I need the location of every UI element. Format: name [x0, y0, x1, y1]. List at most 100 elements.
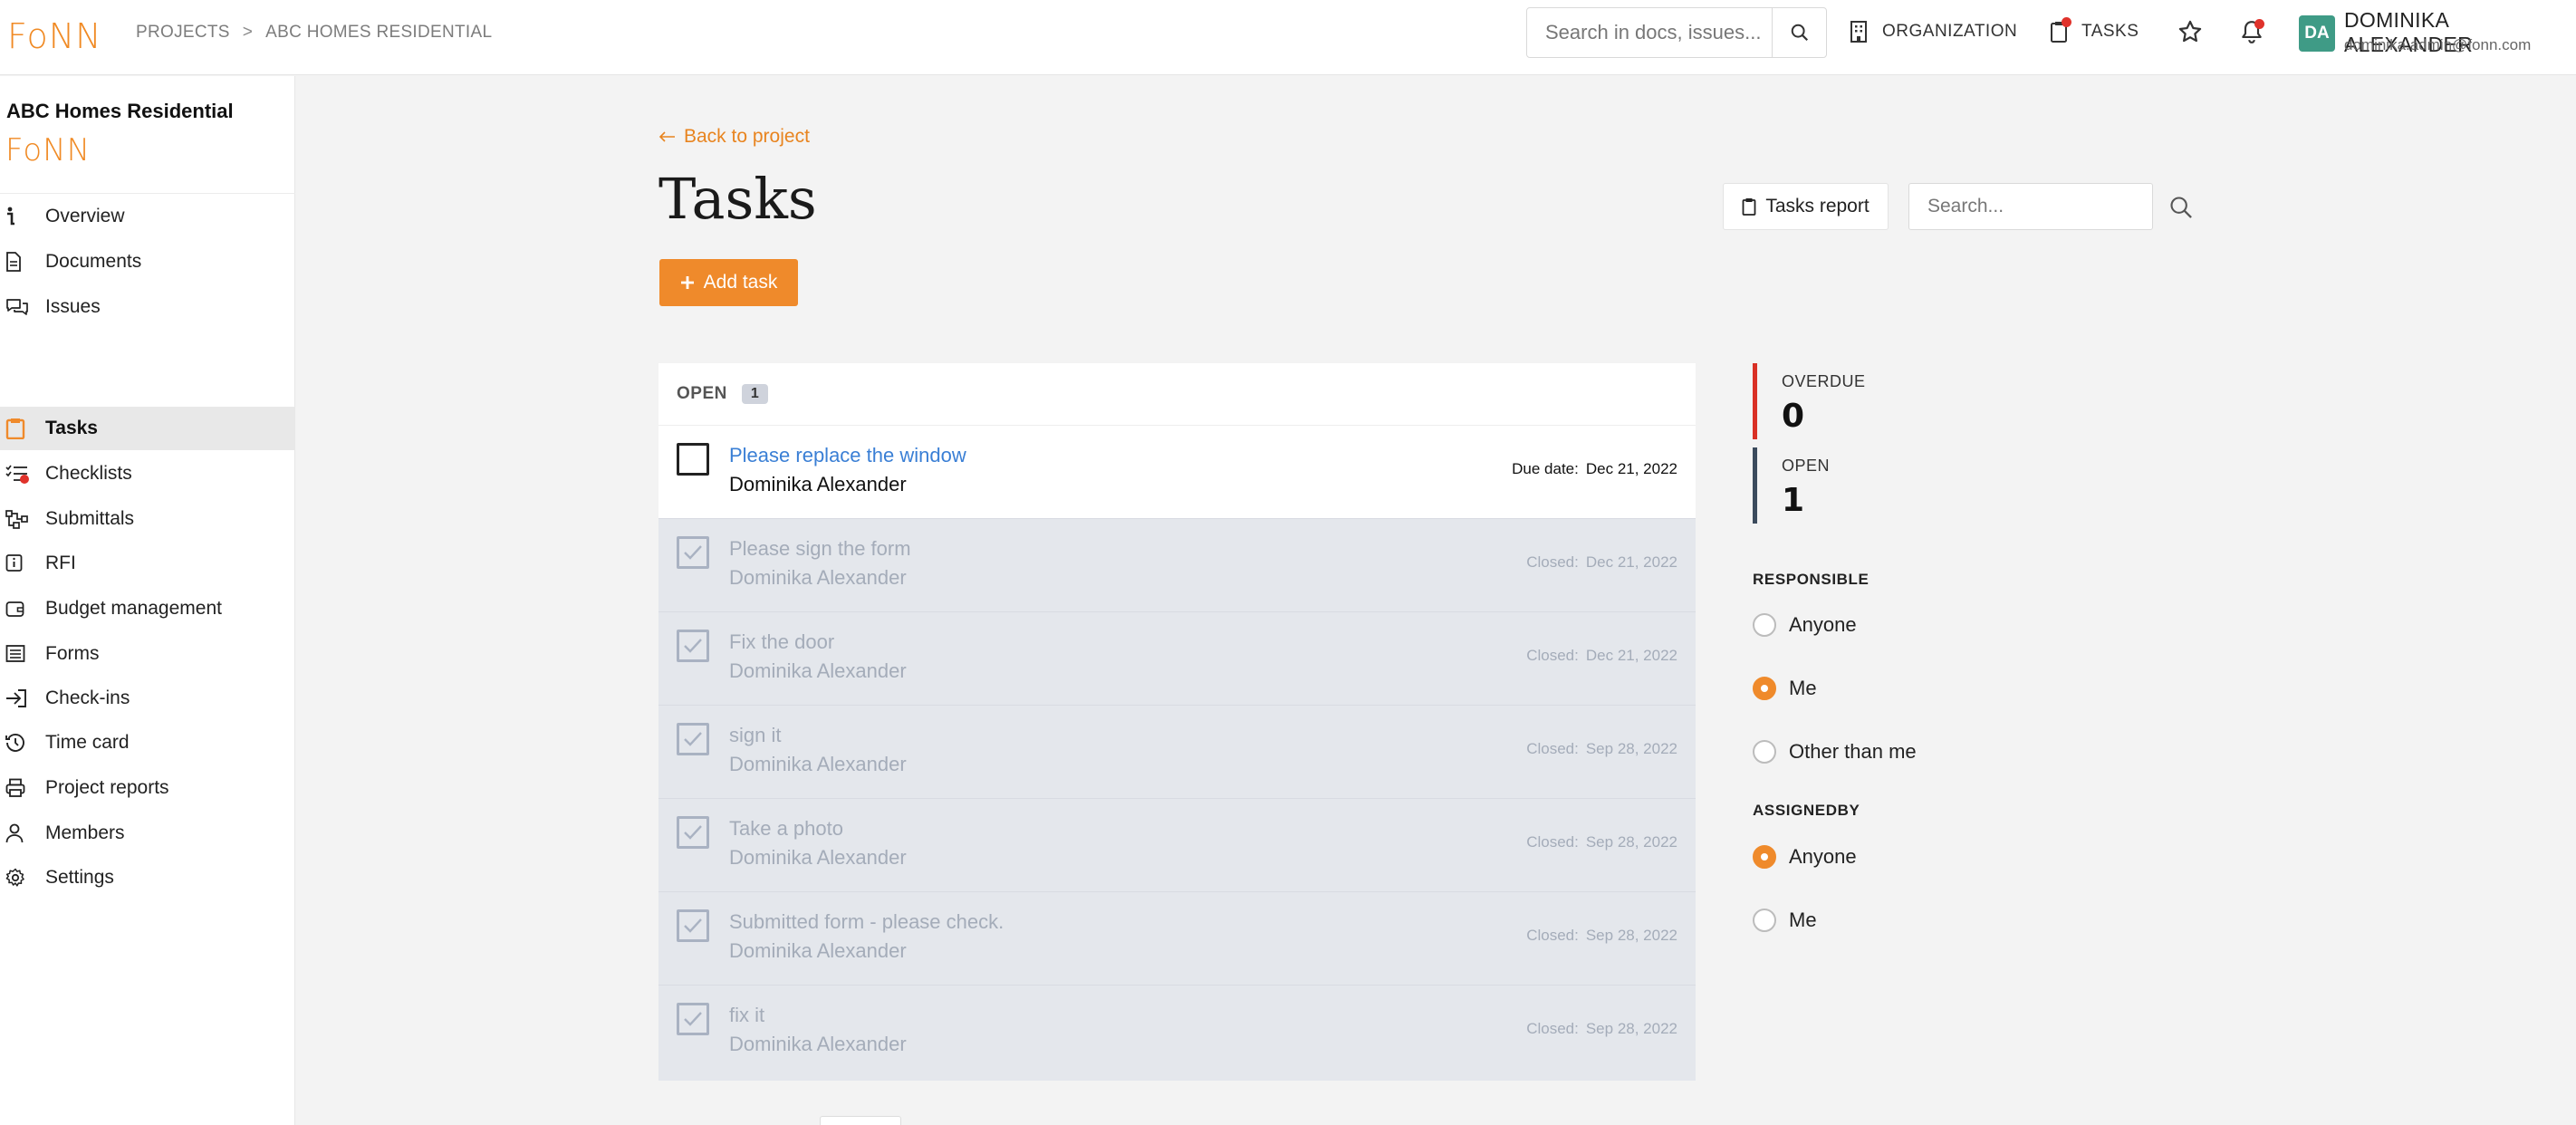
task-title[interactable]: Take a photo [729, 817, 843, 841]
task-date-label: Closed: [1526, 833, 1579, 851]
task-date: Closed: Sep 28, 2022 [1526, 833, 1677, 851]
sidebar-item-overview[interactable]: Overview [0, 195, 295, 238]
sidebar-item-tasks[interactable]: Tasks [0, 407, 295, 450]
sidebar-item-issues[interactable]: Issues [0, 285, 295, 329]
tasks-search-button[interactable] [2163, 189, 2199, 226]
task-assignee: Dominika Alexander [729, 659, 907, 682]
sidebar-item-documents[interactable]: Documents [0, 240, 295, 284]
task-assignee: Dominika Alexander [729, 566, 907, 589]
breadcrumb-separator: > [242, 23, 254, 42]
radio-circle [1753, 613, 1776, 637]
sidebar-item-check-ins[interactable]: Check-ins [0, 677, 295, 720]
task-title[interactable]: Fix the door [729, 630, 834, 654]
sidebar-item-time-card[interactable]: Time card [0, 721, 295, 764]
organization-link[interactable]: ORGANIZATION [1848, 20, 2017, 43]
avatar[interactable]: DA [2299, 15, 2335, 52]
assignedby-anyone-radio[interactable]: Anyone [1753, 845, 1857, 869]
radio-circle-selected [1753, 845, 1776, 869]
sidebar-item-submittals[interactable]: Submittals [0, 497, 295, 541]
task-date-value: Dec 21, 2022 [1585, 460, 1677, 477]
user-icon [0, 823, 45, 843]
task-checkbox[interactable] [677, 536, 709, 569]
task-row[interactable]: Take a photo Dominika Alexander Closed: … [658, 798, 1696, 891]
sidebar-item-project-reports[interactable]: Project reports [0, 766, 295, 810]
responsible-other-radio[interactable]: Other than me [1753, 740, 1917, 764]
sidebar-item-label: Check-ins [45, 688, 130, 708]
open-stat[interactable]: OPEN 1 [1753, 447, 1934, 524]
sidebar-item-rfi[interactable]: RFI [0, 542, 295, 585]
task-checkbox[interactable] [677, 1003, 709, 1035]
sidebar-item-settings[interactable]: Settings [0, 856, 295, 899]
task-row[interactable]: sign it Dominika Alexander Closed: Sep 2… [658, 705, 1696, 798]
task-row[interactable]: fix it Dominika Alexander Closed: Sep 28… [658, 985, 1696, 1081]
breadcrumb-projects[interactable]: PROJECTS [136, 23, 230, 43]
gear-icon [0, 868, 45, 888]
task-checkbox[interactable] [677, 909, 709, 942]
assignedby-me-radio[interactable]: Me [1753, 909, 1817, 932]
task-date-label: Closed: [1526, 927, 1579, 944]
global-search-button[interactable] [1772, 8, 1826, 57]
task-title[interactable]: fix it [729, 1004, 764, 1027]
responsible-anyone-radio[interactable]: Anyone [1753, 613, 1857, 637]
form-icon [0, 644, 45, 664]
check-icon [684, 1012, 702, 1026]
overdue-stat[interactable]: OVERDUE 0 [1753, 363, 1934, 439]
task-date-value: Sep 28, 2022 [1585, 740, 1677, 757]
add-task-button[interactable]: Add task [659, 259, 798, 306]
tasks-report-button[interactable]: Tasks report [1723, 183, 1889, 230]
stat-value: 0 [1782, 398, 1805, 435]
task-row[interactable]: Please replace the window Dominika Alexa… [658, 425, 1696, 518]
organization-label: ORGANIZATION [1882, 22, 2018, 41]
task-checkbox[interactable] [677, 723, 709, 755]
task-title[interactable]: sign it [729, 724, 781, 747]
sidebar-item-label: Checklists [45, 463, 132, 484]
sidebar-item-label: Budget management [45, 598, 222, 619]
task-row[interactable]: Fix the door Dominika Alexander Closed: … [658, 611, 1696, 705]
sidebar-item-label: Tasks [45, 418, 98, 438]
sidebar-item-label: RFI [45, 553, 76, 573]
sidebar-item-members[interactable]: Members [0, 812, 295, 855]
task-title[interactable]: Please replace the window [729, 444, 966, 467]
info-icon [0, 207, 45, 226]
add-task-label: Add task [703, 272, 778, 293]
pagination[interactable] [820, 1116, 901, 1125]
fonn-logo[interactable]: FoNN [7, 16, 102, 56]
stat-value: 1 [1782, 482, 1805, 519]
chat-icon [0, 297, 45, 317]
project-title: ABC Homes Residential [6, 100, 234, 122]
task-checkbox[interactable] [677, 443, 709, 476]
task-list-header: OPEN 1 [658, 363, 1696, 425]
favorites-button[interactable] [2177, 19, 2203, 44]
check-icon [684, 732, 702, 746]
global-search [1526, 7, 1827, 58]
task-checkbox[interactable] [677, 630, 709, 662]
task-date-label: Closed: [1526, 1020, 1579, 1037]
task-title[interactable]: Please sign the form [729, 537, 911, 561]
stat-label: OVERDUE [1782, 372, 1866, 390]
search-icon [1791, 24, 1808, 42]
checklist-icon [0, 464, 45, 484]
responsible-me-radio[interactable]: Me [1753, 677, 1817, 700]
back-to-project-link[interactable]: Back to project [658, 126, 810, 148]
tasks-search-input[interactable] [1909, 184, 2152, 229]
task-checkbox[interactable] [677, 816, 709, 849]
notification-dot [2254, 19, 2264, 29]
radio-circle [1753, 909, 1776, 932]
clipboard-icon [1742, 197, 1756, 216]
task-title[interactable]: Submitted form - please check. [729, 910, 1004, 934]
notifications-button[interactable] [2240, 19, 2264, 44]
sidebar: ABC Homes Residential FoNN Overview Docu… [0, 76, 295, 1125]
radio-label: Me [1789, 909, 1817, 931]
notification-dot [2062, 17, 2071, 27]
sidebar-item-budget-management[interactable]: Budget management [0, 587, 295, 630]
sidebar-item-checklists[interactable]: Checklists [0, 452, 295, 495]
task-row[interactable]: Submitted form - please check. Dominika … [658, 891, 1696, 985]
task-row[interactable]: Please sign the form Dominika Alexander … [658, 518, 1696, 611]
global-search-input[interactable] [1527, 8, 1772, 57]
tasks-nav-link[interactable]: TASKS [2049, 17, 2139, 43]
count-badge: 1 [741, 384, 768, 404]
sidebar-item-label: Overview [45, 206, 125, 226]
breadcrumb-project[interactable]: ABC HOMES RESIDENTIAL [265, 23, 492, 43]
search-icon [2170, 197, 2192, 218]
sidebar-item-forms[interactable]: Forms [0, 632, 295, 676]
